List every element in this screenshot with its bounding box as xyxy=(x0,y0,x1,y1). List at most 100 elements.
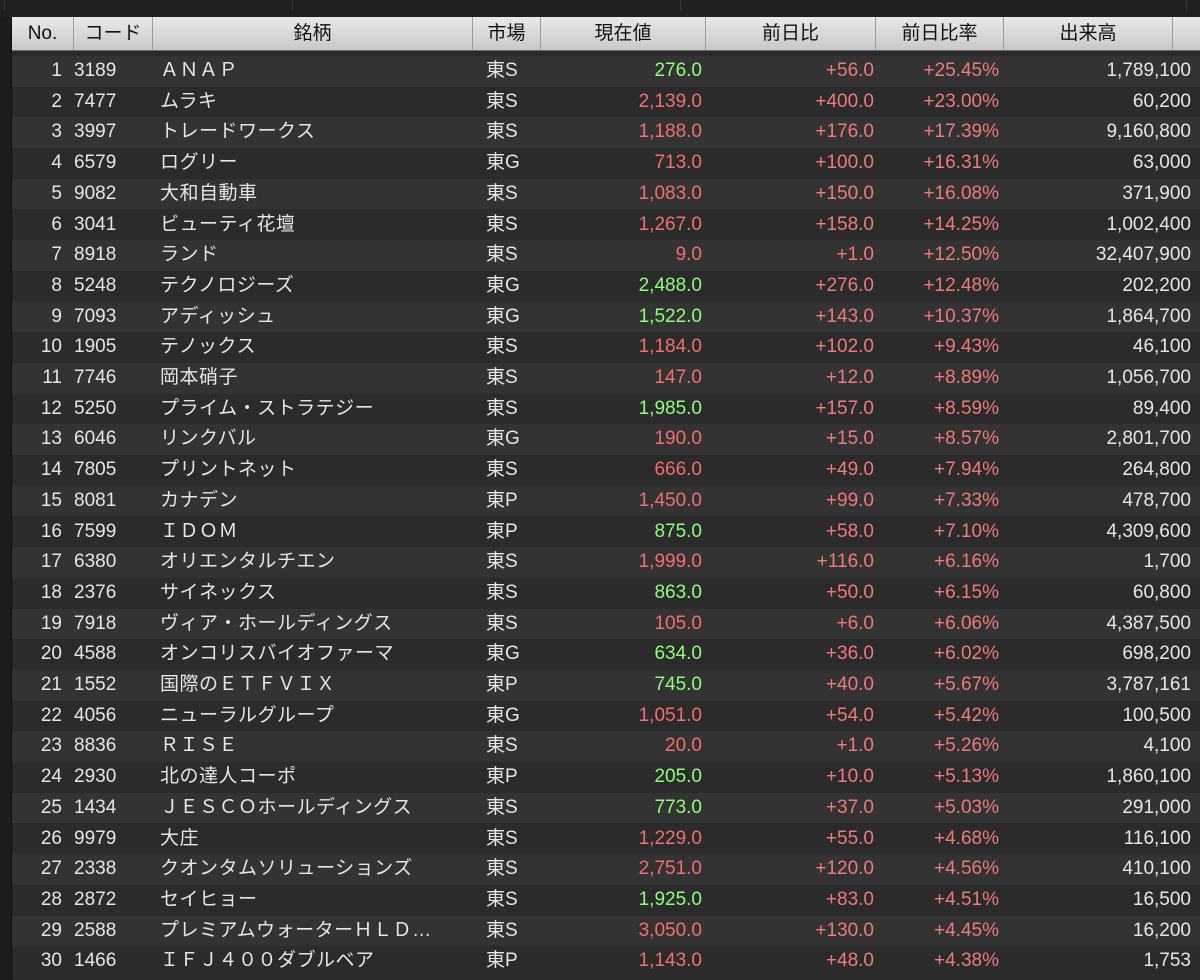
table-row[interactable]: 28 2872 セイヒョー 東S 1,925.0 +83.0 +4.51% 16,500 xyxy=(12,884,1200,916)
header-extra xyxy=(1173,17,1200,50)
table-row[interactable]: 4 6579 ログリー 東G 713.0 +100.0 +16.31% 63,000 xyxy=(12,148,1200,179)
table-row[interactable]: 17 6380 オリエンタルチエン 東S 1,999.0 +116.0 +6.16% 1,70… xyxy=(12,547,1200,578)
price-change: +12.0 xyxy=(825,367,874,388)
table-row[interactable]: 7 8918 ランド 東S 9.0 +1.0 +12.50% 32,407,900 xyxy=(12,240,1200,271)
stock-code: 3041 xyxy=(74,213,117,235)
table-row[interactable]: 14 7805 プリントネット 東S 666.0 +49.0 +7.94% 264,800 xyxy=(12,455,1200,486)
volume: 202,200 xyxy=(1122,274,1191,296)
table-row[interactable]: 3 3997 トレードワークス 東S 1,188.0 +176.0 +17.39% 9,160… xyxy=(12,117,1200,149)
table-row[interactable]: 19 7918 ヴィア・ホールディングス 東S 105.0 +6.0 +6.06% 4,387… xyxy=(12,608,1200,640)
header-change-pct[interactable]: 前日比率 xyxy=(876,17,1004,50)
change-percent: +8.57% xyxy=(934,428,999,450)
current-price: 1,229.0 xyxy=(638,827,702,849)
header-no[interactable]: No. xyxy=(12,17,74,50)
price-change: +143.0 xyxy=(815,305,874,327)
table-row[interactable]: 20 4588 オンコリスバイオファーマ 東G 634.0 +36.0 +6.02% 698,… xyxy=(12,639,1200,670)
stock-code: 7599 xyxy=(74,520,117,542)
table-row[interactable]: 1 3189 ＡＮＡＰ 東S 276.0 +56.0 +25.45% 1,789,100 xyxy=(12,56,1200,87)
price-change: +10.0 xyxy=(825,766,874,788)
table-row[interactable]: 12 5250 プライム・ストラテジー 東S 1,985.0 +157.0 +8.59% 89… xyxy=(12,393,1200,425)
table-row[interactable]: 16 7599 ＩＤＯＭ 東P 875.0 +58.0 +7.10% 4,309,600 xyxy=(12,516,1200,548)
price-change: +120.0 xyxy=(815,858,874,880)
market: 東P xyxy=(486,520,518,542)
volume: 89,400 xyxy=(1132,397,1191,419)
table-row[interactable]: 10 1905 テノックス 東S 1,184.0 +102.0 +9.43% 46,100 xyxy=(12,332,1200,363)
current-price: 205.0 xyxy=(654,766,702,788)
stock-name: プライム・ストラテジー xyxy=(160,397,375,419)
table-row[interactable]: 21 1552 国際のＥＴＦＶＩＸ 東P 745.0 +40.0 +5.67% 3,787,1… xyxy=(12,670,1200,701)
table-row[interactable]: 29 2588 プレミアムウォーターＨＬＤ… 東S 3,050.0 +130.0 +4.45… xyxy=(12,915,1200,947)
row-number: 25 xyxy=(40,796,62,818)
table-row[interactable]: 11 7746 岡本硝子 東S 147.0 +12.0 +8.89% 1,056,700 xyxy=(12,363,1200,394)
volume: 698,200 xyxy=(1122,643,1191,665)
price-change: +276.0 xyxy=(815,274,874,296)
market: 東G xyxy=(486,274,520,296)
change-percent: +12.50% xyxy=(923,244,999,266)
stock-code: 2338 xyxy=(74,858,117,880)
table-row[interactable]: 15 8081 カナデン 東P 1,450.0 +99.0 +7.33% 478,700 xyxy=(12,485,1200,517)
header-change[interactable]: 前日比 xyxy=(706,17,876,50)
market: 東S xyxy=(486,60,518,81)
stock-code: 2376 xyxy=(74,581,117,603)
header-volume[interactable]: 出来高 xyxy=(1004,17,1173,50)
stock-name: ＡＮＡＰ xyxy=(160,60,239,81)
stock-name: トレードワークス xyxy=(160,121,316,143)
market: 東P xyxy=(486,766,518,788)
table-row[interactable]: 2 7477 ムラキ 東S 2,139.0 +400.0 +23.00% 60,200 xyxy=(12,86,1200,118)
market: 東S xyxy=(486,121,518,143)
market: 東P xyxy=(486,489,518,511)
header-market[interactable]: 市場 xyxy=(473,17,541,50)
volume: 100,500 xyxy=(1122,704,1191,726)
table-row[interactable]: 30 1466 ＩＦＪ４００ダブルベア 東P 1,143.0 +48.0 +4.38% 1,7… xyxy=(12,946,1200,977)
row-number: 6 xyxy=(51,213,62,235)
market: 東S xyxy=(486,827,518,849)
table-row[interactable]: 23 8836 ＲＩＳＥ 東S 20.0 +1.0 +5.26% 4,100 xyxy=(12,731,1200,763)
row-number: 5 xyxy=(51,182,62,204)
current-price: 9.0 xyxy=(675,244,702,266)
table-row[interactable]: 5 9082 大和自動車 東S 1,083.0 +150.0 +16.08% 371,900 xyxy=(12,178,1200,210)
table-row[interactable]: 26 9979 大庄 東S 1,229.0 +55.0 +4.68% 116,100 xyxy=(12,823,1200,855)
current-price: 2,751.0 xyxy=(638,858,702,880)
strip-tick xyxy=(1186,0,1187,11)
change-percent: +7.10% xyxy=(934,520,999,542)
current-price: 713.0 xyxy=(654,152,702,174)
strip-tick xyxy=(292,0,293,11)
market: 東S xyxy=(486,397,518,419)
price-change: +58.0 xyxy=(825,520,874,542)
row-number: 22 xyxy=(40,704,62,726)
market: 東G xyxy=(486,305,520,327)
header-price[interactable]: 現在値 xyxy=(541,17,706,50)
table-row[interactable]: 8 5248 テクノロジーズ 東G 2,488.0 +276.0 +12.48% 202,20… xyxy=(12,270,1200,302)
table-row[interactable]: 27 2338 クオンタムソリューションズ 東S 2,751.0 +120.0 +4.56%… xyxy=(12,854,1200,885)
stock-name: 大庄 xyxy=(160,827,200,849)
header-code[interactable]: コード xyxy=(74,17,153,50)
row-number: 3 xyxy=(51,121,62,143)
stock-code: 7918 xyxy=(74,612,117,634)
table-row[interactable]: 22 4056 ニューラルグループ 東G 1,051.0 +54.0 +5.42% 100,5… xyxy=(12,700,1200,732)
strip-tick xyxy=(680,0,681,11)
price-change: +50.0 xyxy=(825,581,874,603)
stock-code: 1905 xyxy=(74,336,117,358)
row-number: 7 xyxy=(51,244,62,266)
market: 東G xyxy=(486,152,520,174)
current-price: 773.0 xyxy=(654,796,702,818)
row-number: 2 xyxy=(51,90,62,112)
market: 東P xyxy=(486,950,518,972)
table-row[interactable]: 13 6046 リンクバル 東G 190.0 +15.0 +8.57% 2,801,700 xyxy=(12,424,1200,456)
row-number: 24 xyxy=(40,766,62,788)
table-row[interactable]: 25 1434 ＪＥＳＣＯホールディングス 東S 773.0 +37.0 +5.03% 291… xyxy=(12,792,1200,824)
stock-name: アディッシュ xyxy=(160,305,276,327)
stock-name: オンコリスバイオファーマ xyxy=(160,643,395,665)
market: 東S xyxy=(486,735,518,757)
table-row[interactable]: 18 2376 サイネックス 東S 863.0 +50.0 +6.15% 60,800 xyxy=(12,577,1200,609)
change-percent: +12.48% xyxy=(923,274,999,296)
header-name[interactable]: 銘柄 xyxy=(153,17,473,50)
row-number: 10 xyxy=(40,336,62,358)
volume: 2,801,700 xyxy=(1106,428,1191,450)
table-row[interactable]: 6 3041 ビューティ花壇 東S 1,267.0 +158.0 +14.25% 1,002,… xyxy=(12,209,1200,241)
table-row[interactable]: 24 2930 北の達人コーポ 東P 205.0 +10.0 +5.13% 1,860,100 xyxy=(12,762,1200,793)
current-price: 634.0 xyxy=(654,643,702,665)
row-number: 29 xyxy=(40,919,62,941)
price-change: +49.0 xyxy=(825,459,874,481)
table-row[interactable]: 9 7093 アディッシュ 東G 1,522.0 +143.0 +10.37% 1,864,7… xyxy=(12,301,1200,333)
